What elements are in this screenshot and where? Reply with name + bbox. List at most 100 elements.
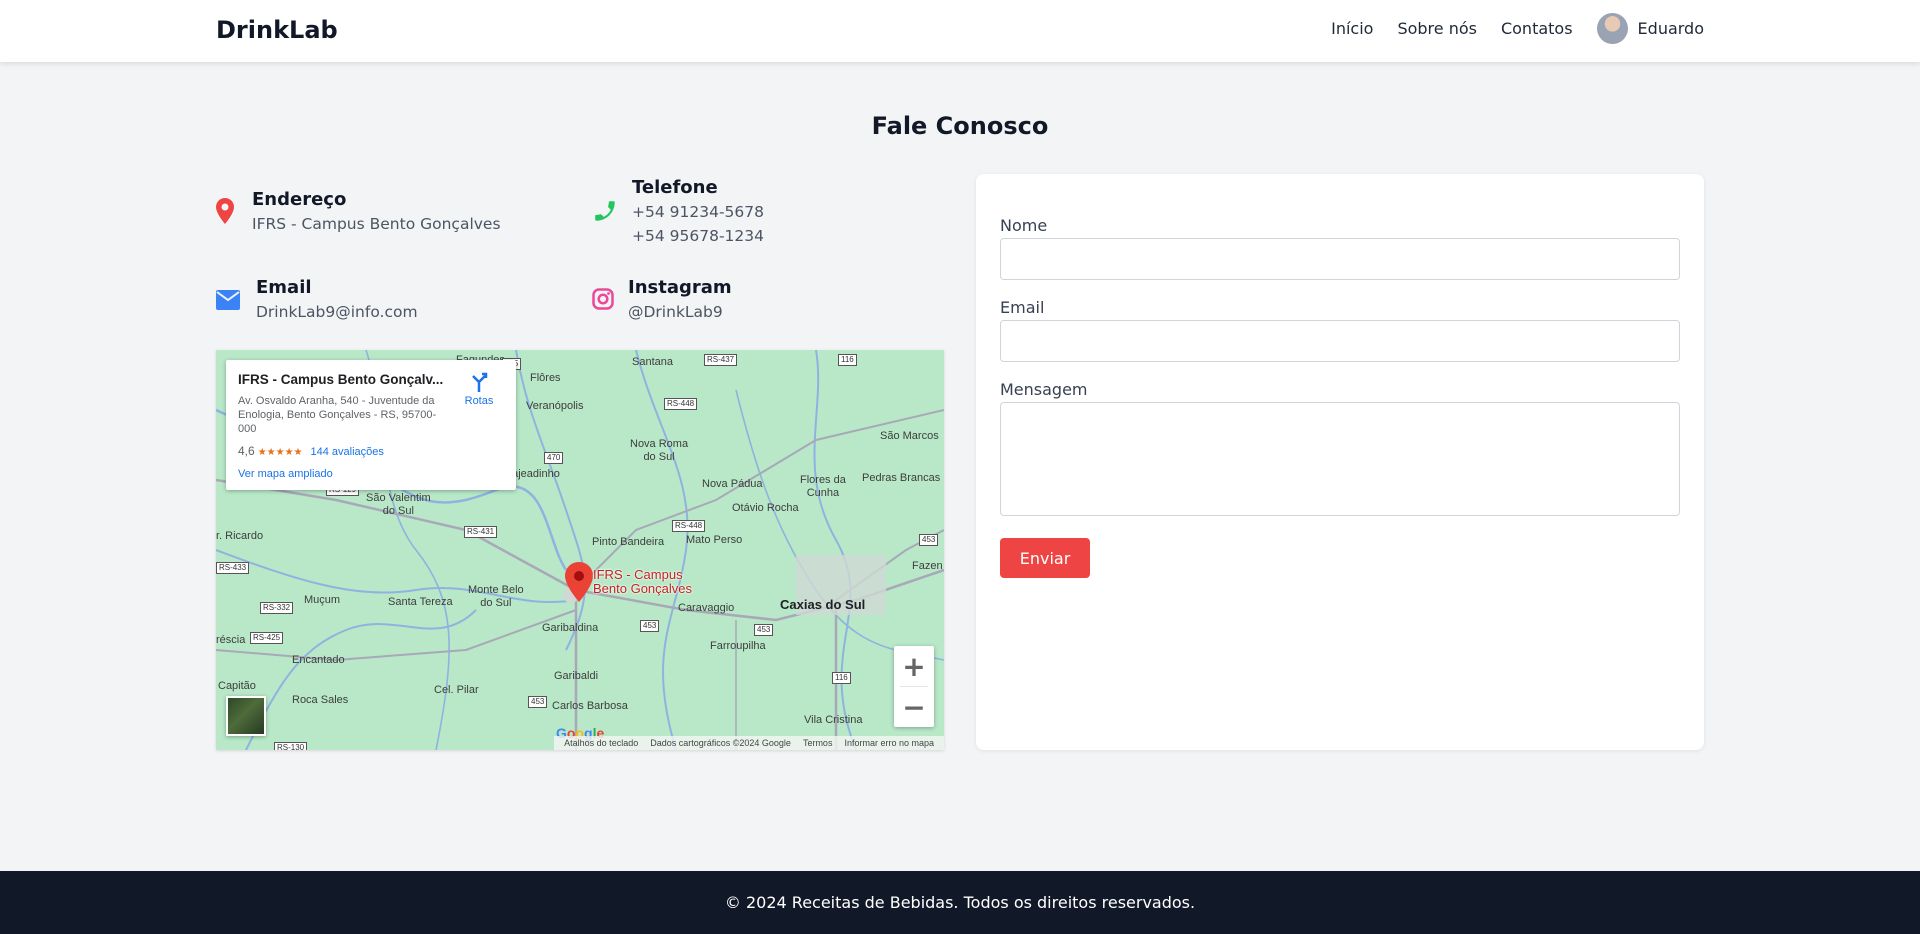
contact-phone: Telefone +54 91234-5678 +54 95678-1234: [592, 176, 764, 248]
map-data-credit: Dados cartográficos ©2024 Google: [650, 738, 791, 748]
phone-line-2[interactable]: +54 95678-1234: [632, 224, 764, 248]
directions-icon: [472, 372, 488, 392]
map-place-label: Pinto Bandeira: [592, 536, 665, 548]
map-place-label: Nova Pádua: [702, 478, 763, 490]
contact-email: Email DrinkLab9@info.com: [216, 276, 418, 324]
address-title: Endereço: [252, 189, 347, 210]
map-place-label: Garibaldi: [554, 670, 599, 682]
map-place-label: São Marcos: [880, 430, 939, 442]
road-shield: RS-425: [250, 632, 284, 644]
road-shield: RS-448: [672, 520, 706, 532]
brand-logo[interactable]: DrinkLab: [216, 16, 338, 44]
map-place-label: Caxias do Sul: [780, 597, 866, 612]
contact-address: Endereço IFRS - Campus Bento Gonçalves: [216, 188, 501, 236]
map-zoom-controls: + −: [894, 646, 934, 727]
message-label: Mensagem: [1000, 380, 1088, 399]
map-place-label: Carlos Barbosa: [552, 700, 628, 712]
terms-link[interactable]: Termos: [803, 738, 833, 748]
road-shield: 453: [640, 620, 660, 632]
map-place-label: Garibaldina: [542, 622, 599, 634]
map-place-label: réscia: [216, 634, 246, 646]
submit-button[interactable]: Enviar: [1000, 538, 1090, 578]
map-place-label: Fazen: [912, 560, 943, 572]
instagram-title: Instagram: [628, 277, 732, 298]
phone-line-1[interactable]: +54 91234-5678: [632, 200, 764, 224]
road-shield: 116: [838, 354, 857, 366]
map-place-label: Otávio Rocha: [732, 502, 799, 514]
map-place-label: r. Ricardo: [216, 530, 264, 542]
contact-form: Nome Email Mensagem Enviar: [976, 174, 1704, 750]
instagram-icon: [592, 288, 614, 310]
road-shield: 453: [754, 624, 774, 636]
main-nav: Início Sobre nós Contatos Eduardo: [1307, 13, 1704, 44]
map-pin-icon: [216, 198, 234, 224]
map-place-label: Nova Roma do Sul: [630, 438, 689, 463]
email-input[interactable]: [1000, 320, 1680, 362]
contact-instagram: Instagram @DrinkLab9: [592, 276, 732, 324]
reviews-link[interactable]: 144 avaliações: [311, 446, 384, 458]
report-error-link[interactable]: Informar erro no mapa: [844, 738, 934, 748]
road-shield: RS-332: [260, 602, 294, 614]
road-shield: 470: [544, 452, 564, 464]
top-navbar: DrinkLab Início Sobre nós Contatos Eduar…: [0, 0, 1920, 62]
road-shield: RS-448: [664, 398, 698, 410]
message-textarea[interactable]: [1000, 402, 1680, 516]
nav-link-inicio[interactable]: Início: [1331, 19, 1373, 38]
map-attribution-bar: Atalhos do teclado Dados cartográficos ©…: [554, 736, 944, 750]
map-place-label: Farroupilha: [710, 640, 766, 652]
phone-title: Telefone: [632, 177, 718, 198]
road-shield: 116: [832, 672, 851, 684]
map-place-label: Monte Belo do Sul: [468, 584, 524, 609]
rating-value: 4,6: [238, 444, 255, 458]
map-place-label: Santana: [632, 356, 673, 368]
map-place-label: São Valentim do Sul: [366, 492, 431, 517]
pin-label[interactable]: IFRS - Campus Bento Gonçalves: [593, 568, 692, 596]
road-shield: 453: [919, 534, 939, 546]
page-title: Fale Conosco: [871, 112, 1049, 140]
map-place-label: Caravaggio: [678, 602, 735, 614]
user-name[interactable]: Eduardo: [1638, 19, 1704, 38]
zoom-in-button[interactable]: +: [894, 646, 934, 686]
directions-button[interactable]: Rotas: [454, 372, 504, 407]
view-larger-map-link[interactable]: Ver mapa ampliado: [238, 468, 333, 480]
map-place-label: Santa Tereza: [388, 596, 453, 608]
user-menu[interactable]: Eduardo: [1596, 13, 1704, 44]
map-place-label: Cel. Pilar: [434, 684, 479, 696]
road-shield: 453: [528, 696, 548, 708]
map-rating: 4,6 ★★★★★ 144 avaliações: [238, 444, 384, 458]
instagram-handle[interactable]: @DrinkLab9: [628, 300, 732, 324]
road-shield: RS-433: [216, 562, 250, 574]
map-place-name: IFRS - Campus Bento Gonçalv...: [238, 372, 444, 387]
map-place-label: Encantado: [292, 654, 345, 666]
map-place-label: Pedras Brancas: [862, 472, 941, 484]
directions-label: Rotas: [464, 395, 494, 407]
map-place-label: Muçum: [304, 594, 341, 606]
zoom-out-button[interactable]: −: [894, 687, 934, 727]
rating-stars-icon: ★★★★★: [257, 447, 303, 458]
map-place-label: Veranópolis: [526, 400, 584, 412]
envelope-icon: [216, 290, 240, 310]
road-shield: RS-437: [704, 354, 738, 366]
nav-link-contatos[interactable]: Contatos: [1501, 19, 1573, 38]
footer-copyright: © 2024 Receitas de Bebidas. Todos os dir…: [724, 893, 1196, 912]
map-place-label: Mato Perso: [686, 534, 743, 546]
email-label: Email: [1000, 298, 1045, 317]
map-place-label: Flores da Cunha: [800, 474, 846, 499]
address-value: IFRS - Campus Bento Gonçalves: [252, 215, 501, 233]
email-value[interactable]: DrinkLab9@info.com: [256, 300, 418, 324]
location-pin-icon[interactable]: [564, 562, 594, 602]
road-shield: RS-130: [274, 742, 308, 750]
map-place-label: Roca Sales: [292, 694, 349, 706]
map-place-label: Capitão: [218, 680, 256, 692]
nav-link-sobre[interactable]: Sobre nós: [1397, 19, 1477, 38]
footer: © 2024 Receitas de Bebidas. Todos os dir…: [0, 871, 1920, 934]
road-shield: RS-431: [464, 526, 498, 538]
satellite-toggle-thumbnail[interactable]: [226, 696, 266, 736]
name-input[interactable]: [1000, 238, 1680, 280]
keyboard-shortcuts-link[interactable]: Atalhos do teclado: [564, 738, 638, 748]
map-place-label: Vila Cristina: [804, 714, 863, 726]
embedded-map[interactable]: Fagundes Flôres Santana Veranópolis Nova…: [216, 350, 944, 750]
avatar[interactable]: [1596, 13, 1628, 44]
map-info-card: IFRS - Campus Bento Gonçalv... Av. Osval…: [226, 360, 516, 490]
map-place-label: Flôres: [530, 372, 561, 384]
